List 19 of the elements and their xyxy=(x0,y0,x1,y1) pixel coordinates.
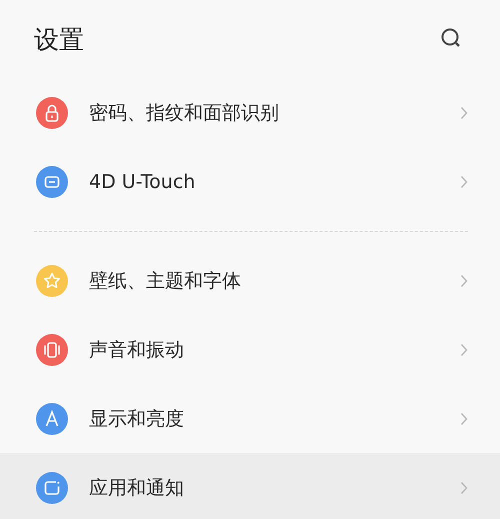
settings-item[interactable]: 应用和通知 xyxy=(0,453,500,519)
item-label: 4D U-Touch xyxy=(89,170,196,192)
settings-item[interactable]: 壁纸、主题和字体 xyxy=(0,246,500,315)
chevron-icon xyxy=(460,106,468,120)
item-label: 壁纸、主题和字体 xyxy=(89,268,242,294)
chevron-icon xyxy=(460,274,468,288)
settings-item[interactable]: 密码、指纹和面部识别 xyxy=(0,78,500,147)
item-label: 密码、指纹和面部识别 xyxy=(89,100,280,126)
settings-item[interactable]: 显示和亮度 xyxy=(0,384,500,453)
settings-item[interactable]: 声音和振动 xyxy=(0,315,500,384)
chevron-icon xyxy=(460,412,468,426)
item-label: 应用和通知 xyxy=(89,476,185,500)
settings-item[interactable]: 4D U-Touch xyxy=(0,147,500,216)
chevron-icon xyxy=(460,480,468,494)
item-label: 声音和振动 xyxy=(89,338,185,362)
chevron-icon xyxy=(460,174,468,188)
chevron-icon xyxy=(460,342,468,356)
item-label: 显示和亮度 xyxy=(89,406,185,432)
page-title: 设置 xyxy=(34,24,84,56)
